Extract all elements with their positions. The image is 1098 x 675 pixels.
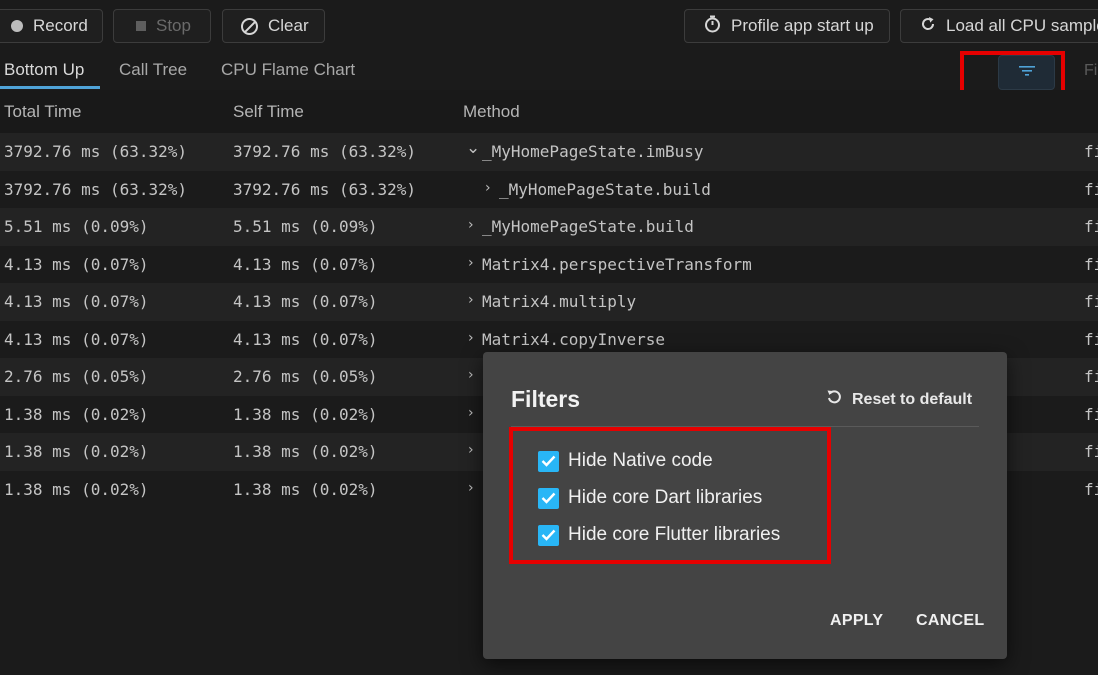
table-header: Total Time Self Time Method (0, 90, 1098, 133)
cancel-button[interactable]: CANCEL (916, 612, 984, 630)
reset-label: Reset to default (852, 390, 973, 408)
chevron-right-icon[interactable]: › (468, 217, 474, 233)
filter-input-partial[interactable]: Fi (1084, 62, 1097, 80)
self-time-cell: 5.51 ms (0.09%) (233, 217, 378, 236)
toolbar: Record Stop Clear Profile app start up L… (0, 0, 1098, 52)
stop-label: Stop (156, 16, 191, 35)
refresh-icon (920, 16, 936, 37)
method-cell: Matrix4.copyInverse (482, 329, 666, 349)
chevron-right-icon[interactable]: › (468, 480, 474, 496)
method-cell: Matrix4.multiply (482, 292, 637, 311)
total-time-cell: 4.13 ms (0.07%) (4, 254, 149, 274)
method-cell: _MyHomePageState.build (482, 217, 694, 236)
chevron-right-icon[interactable]: › (485, 180, 491, 196)
reset-icon (826, 389, 842, 410)
source-cell: fi (1084, 367, 1098, 386)
method-cell: _MyHomePageState.build (499, 179, 711, 199)
self-time-cell: 1.38 ms (0.02%) (233, 479, 378, 499)
total-time-cell: 1.38 ms (0.02%) (4, 404, 149, 424)
dialog-title: Filters (511, 386, 581, 412)
total-time-cell: 2.76 ms (0.05%) (4, 367, 149, 386)
source-cell: fi (1084, 254, 1098, 274)
chevron-down-icon[interactable]: ⌄ (466, 138, 480, 158)
chevron-right-icon[interactable]: › (468, 367, 474, 383)
total-time-cell: 4.13 ms (0.07%) (4, 329, 149, 349)
chevron-right-icon[interactable]: › (468, 442, 474, 458)
chevron-right-icon[interactable]: › (468, 405, 474, 421)
profile-label: Profile app start up (731, 16, 874, 35)
source-cell: fi (1084, 479, 1098, 499)
total-time-cell: 3792.76 ms (63.32%) (4, 179, 188, 199)
active-tab-indicator (0, 86, 100, 89)
tab-cpu-flame-chart[interactable]: CPU Flame Chart (221, 60, 355, 80)
table-row[interactable]: 5.51 ms (0.09%) 5.51 ms (0.09%) › _MyHom… (0, 208, 1098, 246)
source-cell: fi (1084, 442, 1098, 461)
total-time-cell: 3792.76 ms (63.32%) (4, 142, 188, 161)
header-method[interactable]: Method (463, 102, 520, 122)
table-row[interactable]: 3792.76 ms (63.32%) 3792.76 ms (63.32%) … (0, 133, 1098, 171)
total-time-cell: 4.13 ms (0.07%) (4, 292, 149, 311)
record-label: Record (33, 16, 88, 35)
self-time-cell: 1.38 ms (0.02%) (233, 404, 378, 424)
filter-options-highlight (509, 427, 831, 564)
stop-button[interactable]: Stop (113, 9, 211, 43)
stop-square-icon (136, 21, 146, 31)
chevron-right-icon[interactable]: › (468, 255, 474, 271)
profile-app-start-up-button[interactable]: Profile app start up (684, 9, 890, 43)
source-cell: fi (1084, 179, 1098, 199)
self-time-cell: 3792.76 ms (63.32%) (233, 179, 417, 199)
clear-label: Clear (268, 16, 309, 35)
source-cell: fi (1084, 217, 1098, 236)
clear-button[interactable]: Clear (222, 9, 325, 43)
tab-call-tree[interactable]: Call Tree (119, 60, 187, 80)
header-total-time[interactable]: Total Time (4, 102, 81, 122)
method-cell: Matrix4.perspectiveTransform (482, 254, 752, 274)
tab-bottom-up[interactable]: Bottom Up (4, 60, 84, 80)
self-time-cell: 3792.76 ms (63.32%) (233, 142, 417, 161)
method-cell: _MyHomePageState.imBusy (482, 142, 704, 161)
chevron-right-icon[interactable]: › (468, 330, 474, 346)
profiler-tabs: Bottom Up Call Tree CPU Flame Chart (0, 52, 1098, 90)
timer-icon (704, 15, 721, 38)
load-all-cpu-samples-button[interactable]: Load all CPU samples (900, 9, 1098, 43)
total-time-cell: 1.38 ms (0.02%) (4, 479, 149, 499)
record-button[interactable]: Record (0, 9, 103, 43)
chevron-right-icon[interactable]: › (468, 292, 474, 308)
record-dot-icon (11, 20, 23, 32)
table-row[interactable]: 4.13 ms (0.07%) 4.13 ms (0.07%) › Matrix… (0, 245, 1098, 283)
table-row[interactable]: 4.13 ms (0.07%) 4.13 ms (0.07%) › Matrix… (0, 283, 1098, 321)
source-cell: fi (1084, 292, 1098, 311)
total-time-cell: 1.38 ms (0.02%) (4, 442, 149, 461)
self-time-cell: 1.38 ms (0.02%) (233, 442, 378, 461)
clear-ban-icon (241, 17, 258, 35)
source-cell: fi (1084, 329, 1098, 349)
source-cell: fi (1084, 404, 1098, 424)
total-time-cell: 5.51 ms (0.09%) (4, 217, 149, 236)
apply-button[interactable]: APPLY (830, 612, 883, 630)
self-time-cell: 4.13 ms (0.07%) (233, 254, 378, 274)
self-time-cell: 4.13 ms (0.07%) (233, 292, 378, 311)
table-row[interactable]: 3792.76 ms (63.32%) 3792.76 ms (63.32%) … (0, 170, 1098, 208)
load-label: Load all CPU samples (946, 16, 1098, 35)
self-time-cell: 4.13 ms (0.07%) (233, 329, 378, 349)
reset-to-default-button[interactable]: Reset to default (826, 389, 972, 410)
source-cell: fi (1084, 142, 1098, 161)
self-time-cell: 2.76 ms (0.05%) (233, 367, 378, 386)
header-self-time[interactable]: Self Time (233, 102, 304, 122)
